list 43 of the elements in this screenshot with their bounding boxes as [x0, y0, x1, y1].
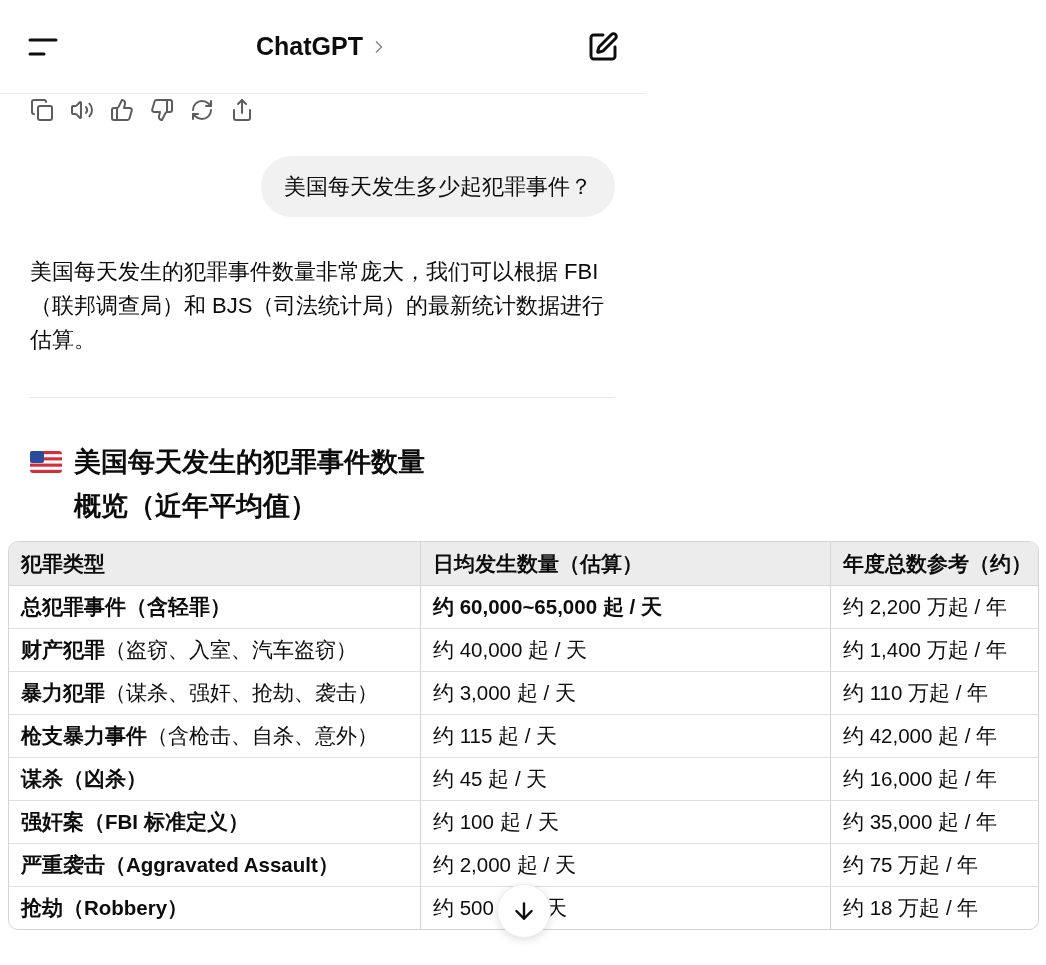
table-cell: 约 75 万起 / 年 [831, 844, 1038, 887]
copy-icon[interactable] [30, 98, 54, 122]
table-cell-text: 约 18 万起 / 年 [842, 895, 980, 921]
section-heading: 美国每天发生的犯罪事件数量概览（近年平均值） [74, 446, 426, 523]
flag-icon [30, 451, 62, 473]
column-header: 犯罪类型 [9, 542, 421, 586]
table-cell: 枪支暴力事件（含枪击、自杀、意外） [9, 715, 421, 758]
table-cell: 总犯罪事件（含轻罪） [9, 586, 421, 629]
table-cell: 严重袭击（Aggravated Assault） [9, 844, 421, 887]
table-cell: 约 60,000~65,000 起 / 天 [421, 586, 831, 629]
cell-text: 天 [545, 896, 567, 919]
table-cell: 约 2,000 起 / 天 [421, 844, 831, 887]
table-cell: 暴力犯罪（谋杀、强奸、抢劫、袭击） [9, 672, 421, 715]
model-title-button[interactable]: ChatGPT [256, 32, 389, 61]
table-cell: 约 115 起 / 天 [421, 715, 831, 758]
pen-square-icon [587, 30, 619, 63]
cell-text: 约 500 [433, 896, 494, 919]
table-cell: 约 42,000 起 / 年 [831, 715, 1038, 758]
table-cell: 约 3,000 起 / 天 [421, 672, 831, 715]
refresh-icon[interactable] [190, 98, 214, 122]
column-header: 日均发生数量（估算） [421, 542, 831, 586]
table-cell: 谋杀（凶杀） [9, 758, 421, 801]
speaker-icon[interactable] [70, 98, 94, 122]
scroll-down-button[interactable] [497, 884, 551, 938]
answer-paragraph: 美国每天发生的犯罪事件数量非常庞大，我们可以根据 FBI（联邦调查局）和 BJS（司法统计局）的最新统计数据进行估算。 [30, 258, 606, 354]
menu-button[interactable] [28, 36, 58, 57]
thumbs-up-icon[interactable] [110, 98, 134, 122]
user-message: 美国每天发生多少起犯罪事件？ [261, 156, 615, 217]
table-cell: 约 100 起 / 天 [421, 801, 831, 844]
table-cell: 约 35,000 起 / 年 [831, 801, 1038, 844]
table-cell: 约 40,000 起 / 天 [421, 629, 831, 672]
table-cell: 约 1,400 万起 / 年 [831, 629, 1038, 672]
new-chat-button[interactable] [587, 30, 619, 63]
table-cell: 抢劫（Robbery） [9, 887, 421, 929]
table-cell: 约 45 起 / 天 [421, 758, 831, 801]
table-cell: 财产犯罪（盗窃、入室、汽车盗窃） [9, 629, 421, 672]
table-cell: 约 2,200 万起 / 年 [831, 586, 1038, 629]
table-cell: 强奸案（FBI 标准定义） [9, 801, 421, 844]
share-icon[interactable] [230, 98, 254, 122]
column-header: 年度总数参考（约） [831, 542, 1038, 586]
thumbs-down-icon[interactable] [150, 98, 174, 122]
table-cell: 约 110 万起 / 年 [831, 672, 1038, 715]
table-cell: 约 16,000 起 / 年 [831, 758, 1038, 801]
